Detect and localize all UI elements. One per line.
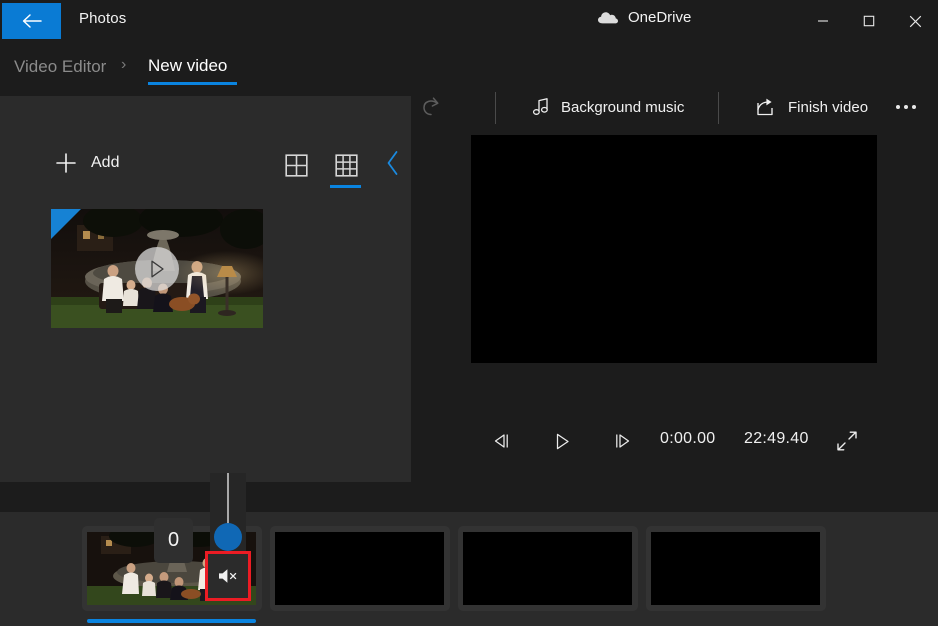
selection-corner-indicator (51, 209, 81, 239)
maximize-button[interactable] (846, 0, 892, 42)
add-media-button[interactable]: Add (55, 146, 119, 180)
player-controls: 0:00.00 22:49.40 (471, 420, 877, 462)
fullscreen-button[interactable] (827, 420, 867, 462)
storyboard-clip-4-thumbnail (651, 532, 820, 605)
add-media-label: Add (91, 154, 119, 172)
grid-small-icon (335, 154, 358, 177)
storyboard-clip-2[interactable] (270, 526, 450, 611)
ellipsis-dot-1 (896, 105, 900, 109)
onedrive-cloud-icon (597, 10, 619, 25)
onedrive-status[interactable]: OneDrive (597, 9, 691, 26)
redo-button[interactable] (410, 86, 452, 128)
thumbnail-play-button[interactable] (135, 247, 179, 291)
app-title: Photos (79, 10, 126, 27)
storyboard-clip-1-selected-indicator (87, 619, 256, 623)
toolbar-divider-right (718, 92, 719, 124)
share-export-icon (755, 97, 777, 117)
previous-frame-icon (491, 432, 513, 450)
minimize-button[interactable] (800, 0, 846, 42)
minimize-icon (817, 15, 829, 27)
finish-video-button[interactable]: Finish video (749, 88, 874, 126)
library-media-item[interactable] (51, 209, 263, 328)
mute-toggle-button[interactable] (208, 554, 248, 598)
storyboard-clip-2-thumbnail (275, 532, 444, 605)
play-icon (148, 259, 166, 279)
chevron-left-icon (385, 150, 401, 176)
play-button[interactable] (542, 420, 582, 462)
title-bar: Photos OneDrive (0, 0, 938, 42)
current-time-label: 0:00.00 (660, 430, 715, 448)
more-options-button[interactable] (885, 90, 927, 124)
volume-value-label: 0 (168, 529, 179, 552)
plus-icon (55, 152, 77, 174)
grid-large-icon (285, 154, 308, 177)
speaker-muted-icon (217, 566, 239, 586)
project-library-panel: Add (0, 96, 411, 482)
fullscreen-icon (836, 430, 858, 452)
back-arrow-icon (21, 12, 43, 30)
background-music-button[interactable]: Background music (526, 88, 690, 126)
window-controls (800, 0, 938, 42)
ellipsis-dot-2 (904, 105, 908, 109)
music-note-icon (532, 97, 550, 117)
close-button[interactable] (892, 0, 938, 42)
volume-slider-thumb[interactable] (214, 523, 242, 551)
view-small-grid-button[interactable] (329, 148, 363, 182)
breadcrumb-video-editor[interactable]: Video Editor (14, 57, 106, 77)
close-icon (909, 15, 922, 28)
volume-value-tooltip: 0 (154, 518, 193, 563)
back-button[interactable] (2, 3, 61, 39)
onedrive-label: OneDrive (628, 9, 691, 26)
previous-frame-button[interactable] (482, 420, 522, 462)
total-duration-label: 22:49.40 (744, 430, 822, 448)
storyboard-timeline (0, 512, 938, 626)
play-icon (553, 432, 571, 451)
finish-video-label: Finish video (788, 99, 868, 116)
background-music-label: Background music (561, 99, 684, 116)
preview-video-surface[interactable] (471, 135, 877, 363)
view-large-grid-button[interactable] (279, 148, 313, 182)
redo-icon (419, 95, 443, 119)
breadcrumb-new-video[interactable]: New video (148, 56, 227, 76)
ellipsis-dot-3 (912, 105, 916, 109)
storyboard-clip-4[interactable] (646, 526, 826, 611)
storyboard-clip-3-thumbnail (463, 532, 632, 605)
maximize-icon (863, 15, 875, 27)
storyboard-clip-3[interactable] (458, 526, 638, 611)
toolbar-divider-left (495, 92, 496, 124)
breadcrumb-active-indicator (148, 82, 237, 85)
view-mode-active-indicator (330, 185, 361, 188)
collapse-library-button[interactable] (378, 146, 408, 180)
breadcrumb-separator: › (121, 56, 126, 74)
photos-video-editor-window: Photos OneDrive (0, 0, 938, 626)
next-frame-icon (611, 432, 633, 450)
next-frame-button[interactable] (602, 420, 642, 462)
command-bar: Video Editor › New video (0, 42, 938, 95)
